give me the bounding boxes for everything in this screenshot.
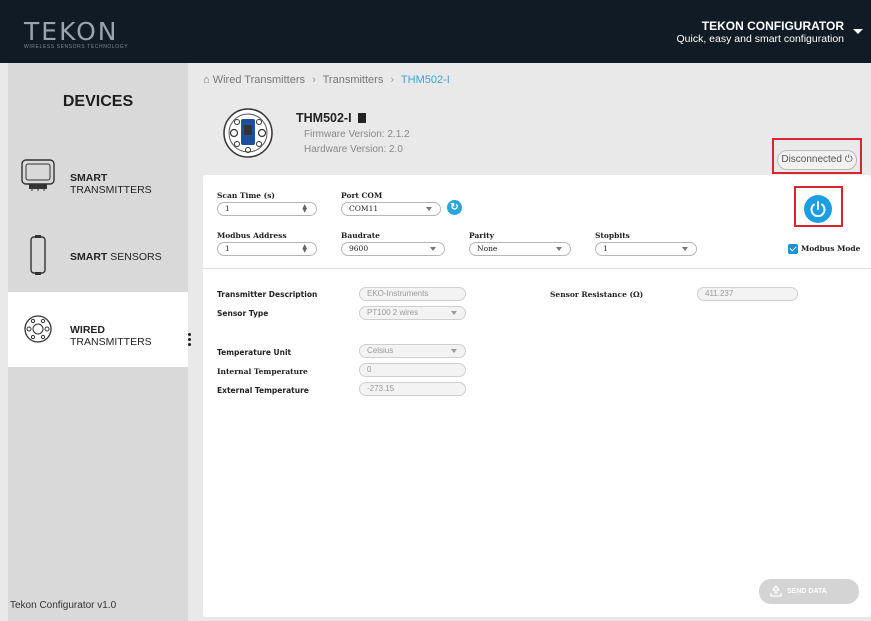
stopbits-select[interactable]: 1 [595, 242, 697, 256]
sensor-type-label: Sensor Type [217, 309, 269, 318]
highlight-box [772, 138, 862, 174]
more-options-icon[interactable] [188, 333, 192, 348]
modbus-mode-checkbox[interactable] [788, 244, 798, 254]
stepper-arrows-icon[interactable]: ▲ ▼ [302, 244, 307, 254]
port-com-label: Port COM [341, 191, 383, 200]
tekon-logo: TEKON WIRELESS SENSORS TECHNOLOGY [24, 17, 129, 50]
datasheet-icon[interactable] [358, 113, 367, 123]
modbus-address-stepper[interactable]: 1 ▲ ▼ [217, 242, 317, 256]
logo-text: TEKON [24, 17, 119, 46]
breadcrumb-current: THM502-I [400, 74, 450, 86]
scan-time-label: Scan Time (s) [217, 191, 275, 200]
sidebar-item-smart-sensors[interactable]: SMART SENSORS [8, 225, 188, 285]
stopbits-label: Stopbits [595, 231, 630, 240]
smart-transmitter-icon [21, 159, 55, 191]
internal-temperature-field: 0 [359, 363, 466, 377]
sidebar-item-label: SMART TRANSMITTERS [70, 172, 152, 196]
refresh-icon[interactable]: ↻ [447, 200, 462, 215]
chevron-down-icon [451, 349, 457, 353]
sensor-resistance-label: Sensor Resistance (Ω) [550, 290, 644, 299]
scan-time-stepper[interactable]: 1 ▲ ▼ [217, 202, 317, 216]
sidebar-item-label: WIRED TRANSMITTERS [70, 324, 152, 348]
sidebar-item-wired-transmitters[interactable]: WIRED TRANSMITTERS [8, 292, 188, 367]
home-icon[interactable]: ⌂ [203, 74, 210, 86]
breadcrumb-item[interactable]: Transmitters [323, 74, 384, 86]
modbus-mode-label: Modbus Mode [801, 244, 861, 253]
app-title: TEKON CONFIGURATOR [701, 19, 844, 33]
wired-transmitter-icon [24, 315, 52, 343]
app-title-block[interactable]: TEKON CONFIGURATOR Quick, easy and smart… [677, 20, 845, 46]
baudrate-label: Baudrate [341, 231, 380, 240]
modbus-address-label: Modbus Address [217, 231, 287, 240]
parity-select[interactable]: None [469, 242, 571, 256]
sidebar-item-smart-transmitters[interactable]: SMART TRANSMITTERS [8, 145, 188, 205]
sidebar-title: DEVICES [62, 93, 134, 110]
sidebar-item-label: SMART SENSORS [70, 251, 162, 263]
external-temperature-field: -273.15 [359, 382, 466, 396]
chevron-right-icon: › [312, 74, 316, 86]
app-subtitle: Quick, easy and smart configuration [676, 33, 845, 45]
sensor-resistance-field: 411.237 [697, 287, 798, 301]
smart-sensor-icon [30, 235, 46, 275]
header-menu-caret-icon[interactable] [853, 29, 863, 34]
logo-subtitle: WIRELESS SENSORS TECHNOLOGY [24, 44, 129, 50]
internal-temperature-label: Internal Temperature [217, 367, 308, 376]
device-name: THM502-I [296, 111, 367, 125]
parity-label: Parity [469, 231, 494, 240]
chevron-down-icon [556, 247, 562, 251]
chevron-down-icon [430, 247, 436, 251]
stepper-arrows-icon[interactable]: ▲ ▼ [302, 204, 307, 214]
firmware-version: Firmware Version: 2.1.2 [304, 129, 410, 140]
breadcrumb-item[interactable]: Wired Transmitters [213, 74, 305, 86]
chevron-down-icon [451, 311, 457, 315]
device-image [223, 108, 273, 158]
sensor-type-select[interactable]: PT100 2 wires [359, 306, 466, 320]
breadcrumb: ⌂ Wired Transmitters › Transmitters › TH… [203, 74, 450, 86]
highlight-box [794, 186, 843, 227]
port-com-select[interactable]: COM11 [341, 202, 441, 216]
temperature-unit-label: Temperature Unit [217, 348, 292, 357]
transmitter-description-label: Transmitter Description [217, 290, 318, 299]
chevron-right-icon: › [390, 74, 395, 86]
upload-icon [770, 585, 782, 597]
external-temperature-label: External Temperature [217, 386, 309, 395]
app-version: Tekon Configurator v1.0 [10, 600, 117, 611]
hardware-version: Hardware Version: 2.0 [304, 144, 403, 155]
chevron-down-icon [682, 247, 688, 251]
divider [203, 268, 871, 269]
app-header: TEKON WIRELESS SENSORS TECHNOLOGY TEKON … [0, 0, 871, 63]
chevron-down-icon [426, 207, 432, 211]
temperature-unit-select[interactable]: Celsius [359, 344, 466, 358]
transmitter-description-field[interactable]: EKO-Instruments [359, 287, 466, 301]
baudrate-select[interactable]: 9600 [341, 242, 445, 256]
sidebar: DEVICES SMART TRANSMITTERS SMART SENSORS… [8, 63, 188, 621]
send-data-button[interactable]: SEND DATA [759, 579, 859, 604]
